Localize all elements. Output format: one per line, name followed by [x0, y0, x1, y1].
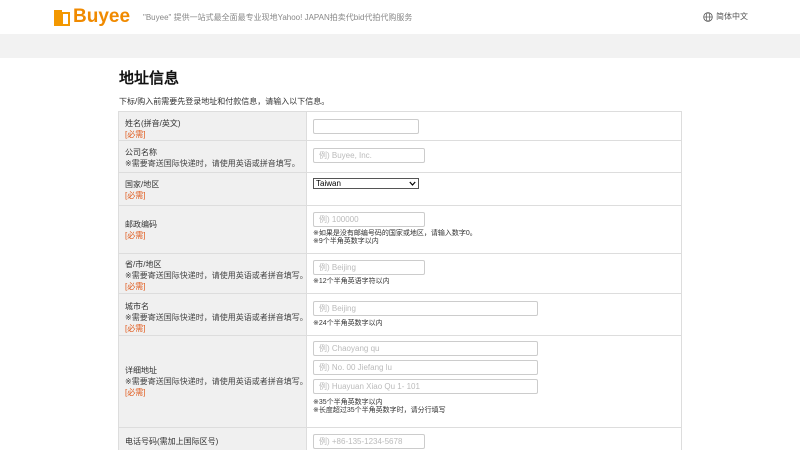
city-hint: ※24个半角英数字以内	[313, 320, 383, 327]
province-hint: ※12个半角英语字符以内	[313, 278, 390, 285]
form-row-name: 姓名(拼音/英文) [必需]	[119, 112, 681, 141]
province-field-cell: 例) Beijing ※12个半角英语字符以内	[307, 254, 681, 293]
phone-input[interactable]: 例) +86-135-1234-5678	[313, 434, 425, 449]
page-intro: 下标/购入前需要先登录地址和付款信息，请输入以下信息。	[119, 97, 330, 106]
buyee-logo[interactable]: Buyee	[54, 7, 130, 27]
country-field-cell: Taiwan	[307, 173, 681, 205]
required-mark: [必需]	[125, 191, 146, 200]
country-label: 国家/地区	[125, 180, 160, 189]
company-input[interactable]: 例) Buyee, Inc.	[313, 148, 425, 163]
city-note: ※需要寄送国际快递时，请使用英语或者拼音填写。	[125, 313, 308, 322]
address-field-cell: 例) Chaoyang qu 例) No. 00 Jiefang lu 例) H…	[307, 336, 681, 427]
site-tagline: "Buyee" 提供一站式最全面最专业现地Yahoo! JAPAN拍卖代bid代…	[143, 13, 413, 22]
form-row-province: 省/市/地区 ※需要寄送国际快递时，请使用英语或者拼音填写。 [必需] 例) B…	[119, 254, 681, 294]
required-mark: [必需]	[125, 230, 146, 240]
province-note: ※需要寄送国际快递时，请使用英语或者拼音填写。	[125, 271, 308, 280]
phone-label: 电话号码(需加上国际区号)	[125, 437, 219, 446]
required-mark: [必需]	[125, 388, 146, 397]
province-input[interactable]: 例) Beijing	[313, 260, 425, 275]
name-input[interactable]	[313, 119, 419, 134]
address-hint-1: ※35个半角英数字以内	[313, 399, 383, 406]
address-label-cell: 详细地址 ※需要寄送国际快递时，请使用英语或者拼音填写。 [必需]	[119, 336, 308, 427]
country-selected-value: Taiwan	[316, 179, 341, 188]
company-label-cell: 公司名称 ※需要寄送国际快递时，请使用英语或拼音填写。	[119, 141, 307, 172]
form-row-country: 国家/地区 [必需] Taiwan	[119, 173, 681, 206]
postal-field-cell: 例) 100000 ※如果是没有邮编号码的国家或地区，请输入数字0。 ※9个半角…	[307, 206, 681, 253]
company-note: ※需要寄送国际快递时，请使用英语或拼音填写。	[125, 159, 300, 168]
required-mark: [必需]	[125, 130, 146, 139]
country-select[interactable]: Taiwan	[313, 178, 419, 189]
phone-label-cell: 电话号码(需加上国际区号)	[119, 428, 307, 450]
province-label-cell: 省/市/地区 ※需要寄送国际快递时，请使用英语或者拼音填写。 [必需]	[119, 254, 308, 293]
name-label: 姓名(拼音/英文)	[125, 119, 181, 128]
form-row-postal: 邮政编码 [必需] 例) 100000 ※如果是没有邮编号码的国家或地区，请输入…	[119, 206, 681, 254]
globe-icon	[703, 11, 713, 22]
site-header: Buyee "Buyee" 提供一站式最全面最专业现地Yahoo! JAPAN拍…	[0, 0, 800, 34]
form-row-phone: 电话号码(需加上国际区号) 例) +86-135-1234-5678	[119, 428, 681, 450]
address-form: 姓名(拼音/英文) [必需] 公司名称 ※需要寄送国际快递时，请使用英语或拼音填…	[118, 111, 682, 450]
postal-label: 邮政编码	[125, 219, 157, 229]
form-row-city: 城市名 ※需要寄送国际快递时，请使用英语或者拼音填写。 [必需] 例) Beij…	[119, 294, 681, 336]
name-field-cell	[307, 112, 681, 140]
postal-hint-1: ※如果是没有邮编号码的国家或地区，请输入数字0。	[313, 230, 477, 237]
province-label: 省/市/地区	[125, 260, 162, 269]
form-row-address: 详细地址 ※需要寄送国际快递时，请使用英语或者拼音填写。 [必需] 例) Cha…	[119, 336, 681, 428]
company-label: 公司名称	[125, 148, 157, 157]
language-selector[interactable]: 简体中文	[703, 11, 748, 22]
address-line3-input[interactable]: 例) Huayuan Xiao Qu 1- 101	[313, 379, 538, 394]
language-label: 简体中文	[716, 12, 748, 21]
city-label: 城市名	[125, 302, 149, 311]
page-title: 地址信息	[119, 70, 180, 87]
city-label-cell: 城市名 ※需要寄送国际快递时，请使用英语或者拼音填写。 [必需]	[119, 294, 308, 335]
postal-input[interactable]: 例) 100000	[313, 212, 425, 227]
country-label-cell: 国家/地区 [必需]	[119, 173, 307, 205]
postal-label-cell: 邮政编码 [必需]	[119, 206, 307, 253]
address-note: ※需要寄送国际快递时，请使用英语或者拼音填写。	[125, 377, 308, 386]
required-mark: [必需]	[125, 282, 146, 291]
phone-field-cell: 例) +86-135-1234-5678	[307, 428, 681, 450]
address-label: 详细地址	[125, 366, 157, 375]
form-row-company: 公司名称 ※需要寄送国际快递时，请使用英语或拼音填写。 例) Buyee, In…	[119, 141, 681, 173]
name-label-cell: 姓名(拼音/英文) [必需]	[119, 112, 307, 140]
address-line2-input[interactable]: 例) No. 00 Jiefang lu	[313, 360, 538, 375]
address-line1-input[interactable]: 例) Chaoyang qu	[313, 341, 538, 356]
company-field-cell: 例) Buyee, Inc.	[307, 141, 681, 172]
postal-hint-2: ※9个半角英数字以内	[313, 238, 379, 245]
header-subbar	[0, 34, 800, 58]
logo-text: Buyee	[73, 6, 131, 27]
address-hint-2: ※长度超过35个半角英数字时，请分行填写	[313, 407, 446, 414]
city-input[interactable]: 例) Beijing	[313, 301, 538, 316]
city-field-cell: 例) Beijing ※24个半角英数字以内	[307, 294, 681, 335]
buyee-logo-icon	[54, 8, 71, 26]
required-mark: [必需]	[125, 324, 146, 333]
chevron-down-icon	[409, 181, 416, 186]
